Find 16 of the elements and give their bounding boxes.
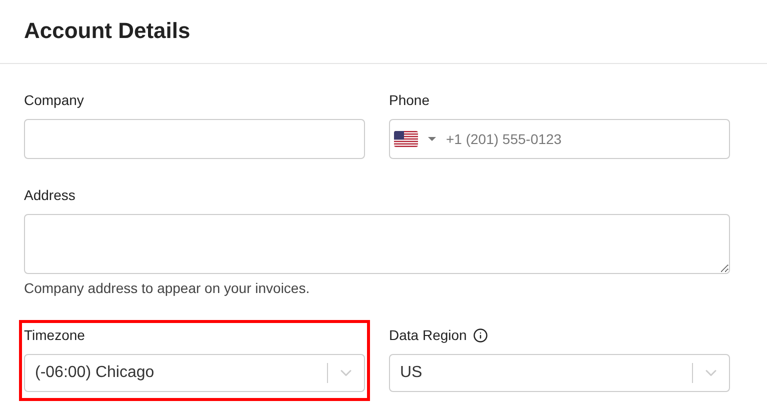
page-title: Account Details xyxy=(24,17,190,45)
info-icon[interactable] xyxy=(472,328,488,342)
dropdown-select[interactable]: (-06:00) Chicago xyxy=(24,354,365,392)
field-label: Address xyxy=(24,186,76,205)
company-field[interactable] xyxy=(24,119,365,159)
phone-field[interactable]: +1 (201) 555-0123 xyxy=(389,119,730,159)
caret-icon xyxy=(428,137,436,141)
dropdown-select[interactable]: US xyxy=(389,354,730,392)
field-label: Phone xyxy=(389,91,430,110)
flag-icon xyxy=(394,131,418,147)
field-label: Company xyxy=(24,91,85,110)
field-label: Data Region xyxy=(389,326,467,345)
field-label: Timezone xyxy=(24,326,85,344)
help-text: Company address to appear on your invoices. xyxy=(24,279,311,298)
phone-number-input[interactable]: +1 (201) 555-0123 xyxy=(446,128,729,150)
address-field[interactable] xyxy=(24,214,730,274)
